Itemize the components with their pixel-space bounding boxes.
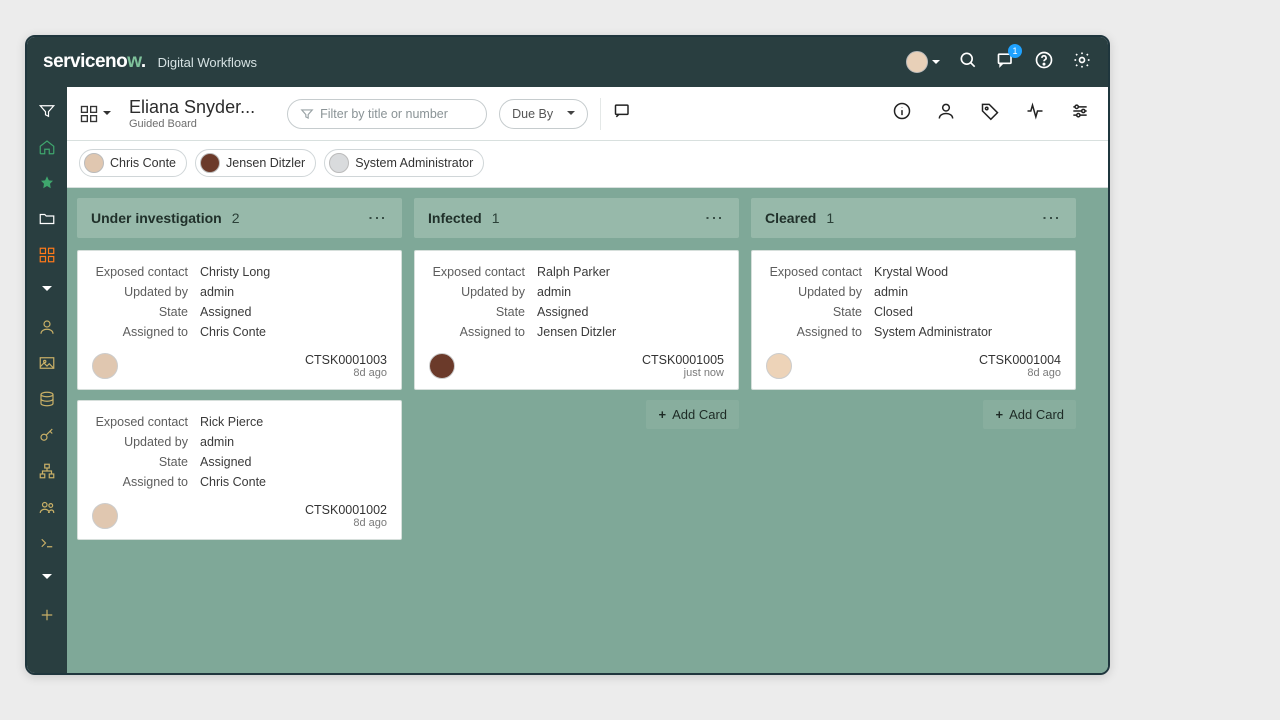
lane-under-investigation: Under investigation 2 ⋮ Exposed contactC… [77, 198, 402, 663]
toolbar: Eliana Snyder... Guided Board Filter by … [67, 87, 1108, 141]
task-id: CTSK0001004 [979, 353, 1061, 367]
task-id: CTSK0001003 [305, 353, 387, 367]
task-age: just now [642, 367, 724, 379]
avatar [84, 153, 104, 173]
image-icon[interactable] [37, 353, 57, 373]
app-window: servicenow. Digital Workflows 1 [25, 35, 1110, 675]
assignee-chip[interactable]: Chris Conte [79, 149, 187, 177]
person-icon[interactable] [37, 317, 57, 337]
task-card[interactable]: Exposed contactRick Pierce Updated byadm… [77, 400, 402, 540]
gear-icon[interactable] [1072, 50, 1092, 75]
help-icon[interactable] [1034, 50, 1054, 75]
task-id: CTSK0001002 [305, 503, 387, 517]
info-icon[interactable] [892, 101, 912, 126]
lane-count: 2 [232, 210, 240, 226]
presentation-icon[interactable] [613, 101, 633, 126]
task-age: 8d ago [979, 367, 1061, 379]
chat-badge: 1 [1008, 44, 1022, 58]
lane-count: 1 [826, 210, 834, 226]
assignee-chip[interactable]: Jensen Ditzler [195, 149, 316, 177]
add-icon[interactable] [37, 605, 57, 625]
members-icon[interactable] [936, 101, 956, 126]
assignee-name: Chris Conte [110, 156, 176, 170]
collapse-icon-2[interactable] [37, 569, 57, 589]
lane-count: 1 [492, 210, 500, 226]
view-mode-switcher[interactable] [79, 104, 111, 124]
avatar [92, 353, 118, 379]
lane-cleared: Cleared 1 ⋮ Exposed contactKrystal Wood … [751, 198, 1076, 663]
task-age: 8d ago [305, 367, 387, 379]
avatar [329, 153, 349, 173]
avatar [200, 153, 220, 173]
tag-icon[interactable] [980, 101, 1000, 126]
avatar [92, 503, 118, 529]
folder-icon[interactable] [37, 209, 57, 229]
settings-sliders-icon[interactable] [1070, 101, 1090, 126]
lane-title: Cleared [765, 210, 816, 226]
boards-icon[interactable] [37, 245, 57, 265]
lane-title: Infected [428, 210, 482, 226]
chevron-down-icon [932, 60, 940, 68]
content: Eliana Snyder... Guided Board Filter by … [67, 87, 1108, 673]
board-subtitle: Guided Board [129, 118, 255, 130]
add-card-button[interactable]: +Add Card [983, 400, 1076, 429]
assignee-name: Jensen Ditzler [226, 156, 305, 170]
kebab-icon[interactable]: ⋮ [703, 209, 725, 227]
brand-tagline: Digital Workflows [158, 55, 257, 70]
chat-icon[interactable]: 1 [996, 50, 1016, 75]
filter-input[interactable]: Filter by title or number [287, 99, 487, 129]
board-title-block[interactable]: Eliana Snyder... Guided Board [129, 97, 255, 130]
task-card[interactable]: Exposed contactKrystal Wood Updated byad… [751, 250, 1076, 390]
collapse-icon[interactable] [37, 281, 57, 301]
kebab-icon[interactable]: ⋮ [1040, 209, 1062, 227]
board-title: Eliana Snyder... [129, 97, 255, 118]
chevron-down-icon [103, 111, 111, 119]
left-rail [27, 87, 67, 673]
avatar [766, 353, 792, 379]
group-icon[interactable] [37, 497, 57, 517]
task-card[interactable]: Exposed contactRalph Parker Updated byad… [414, 250, 739, 390]
star-icon[interactable] [37, 173, 57, 193]
board: Under investigation 2 ⋮ Exposed contactC… [67, 188, 1108, 673]
search-icon[interactable] [958, 50, 978, 75]
lane-title: Under investigation [91, 210, 222, 226]
user-avatar [906, 51, 928, 73]
sort-dropdown[interactable]: Due By [499, 99, 588, 129]
key-icon[interactable] [37, 425, 57, 445]
assignee-name: System Administrator [355, 156, 473, 170]
task-card[interactable]: Exposed contactChristy Long Updated byad… [77, 250, 402, 390]
assignee-chip[interactable]: System Administrator [324, 149, 484, 177]
database-icon[interactable] [37, 389, 57, 409]
task-age: 8d ago [305, 517, 387, 529]
sort-label: Due By [512, 107, 553, 121]
add-card-button[interactable]: +Add Card [646, 400, 739, 429]
filter-icon[interactable] [37, 101, 57, 121]
top-banner: servicenow. Digital Workflows 1 [27, 37, 1108, 87]
terminal-icon[interactable] [37, 533, 57, 553]
activity-icon[interactable] [1024, 101, 1046, 126]
user-menu[interactable] [906, 51, 940, 73]
lane-header[interactable]: Cleared 1 ⋮ [751, 198, 1076, 238]
lane-header[interactable]: Under investigation 2 ⋮ [77, 198, 402, 238]
lane-infected: Infected 1 ⋮ Exposed contactRalph Parker… [414, 198, 739, 663]
home-icon[interactable] [37, 137, 57, 157]
lane-header[interactable]: Infected 1 ⋮ [414, 198, 739, 238]
hierarchy-icon[interactable] [37, 461, 57, 481]
chevron-down-icon [567, 111, 575, 119]
avatar [429, 353, 455, 379]
brand-logo: servicenow. [43, 51, 146, 73]
assignee-chips: Chris Conte Jensen Ditzler System Admini… [67, 141, 1108, 188]
kebab-icon[interactable]: ⋮ [366, 209, 388, 227]
task-id: CTSK0001005 [642, 353, 724, 367]
